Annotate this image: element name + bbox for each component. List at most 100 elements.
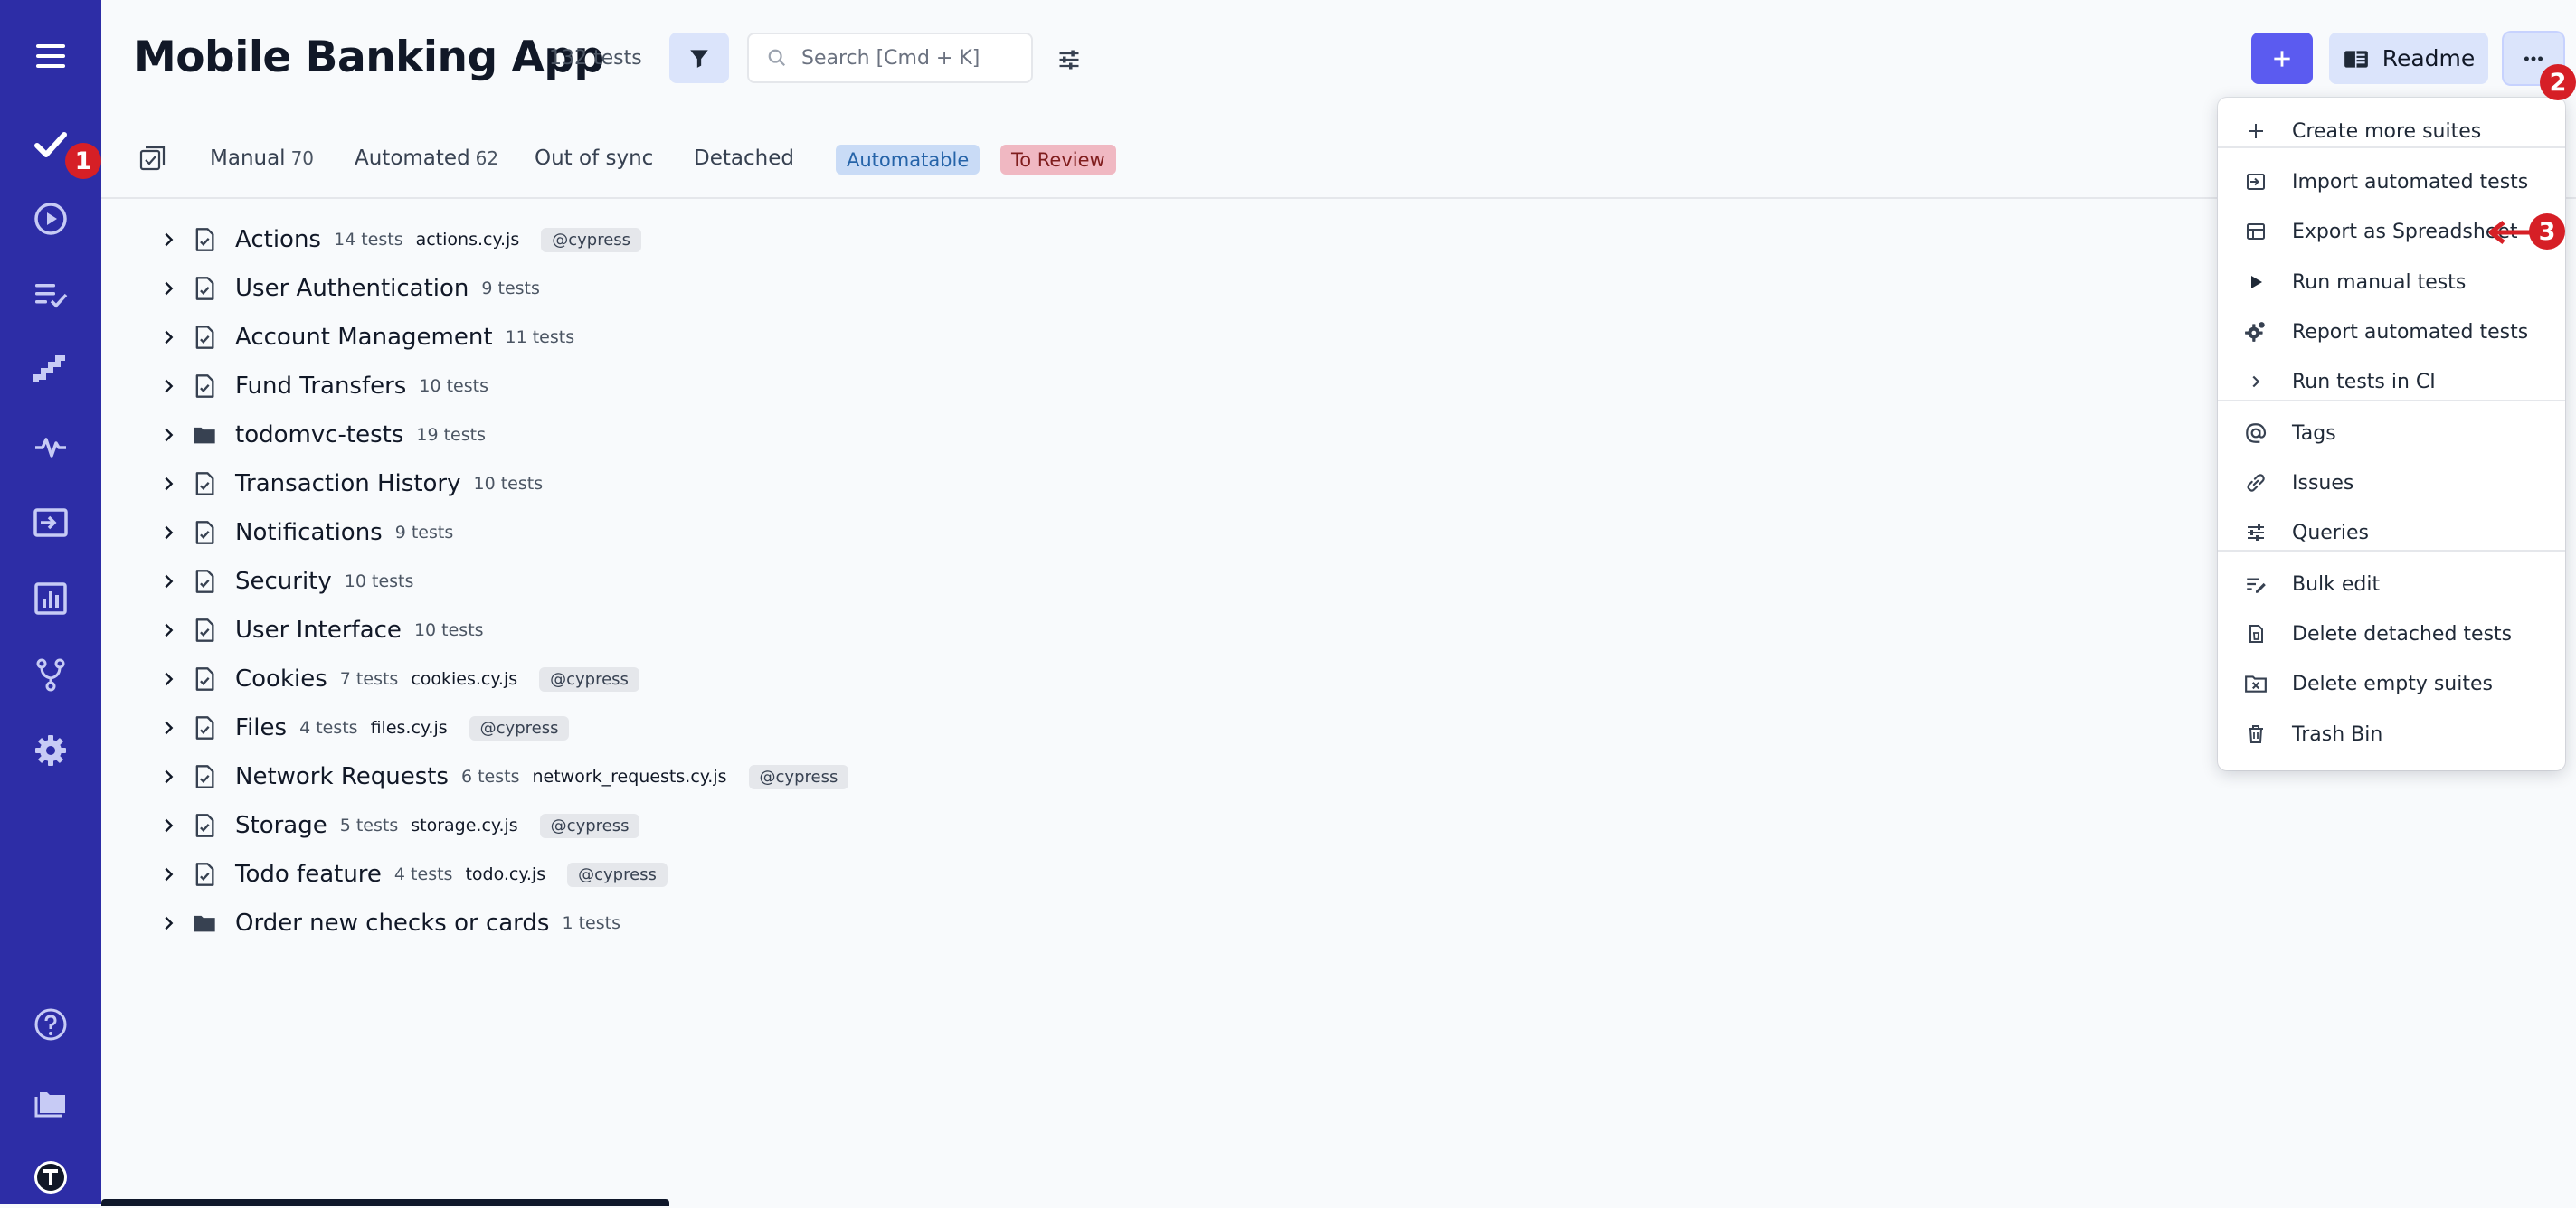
select-all-icon[interactable] [139,145,166,175]
analytics-chart-icon[interactable] [20,568,81,629]
suite-tag[interactable]: @cypress [469,715,570,741]
menu-icon[interactable] [20,25,81,87]
suite-name[interactable]: Notifications [235,519,383,546]
view-settings-button[interactable] [1051,42,1087,78]
chevron-right-icon[interactable] [157,717,179,739]
search-input[interactable] [800,45,1020,71]
suite-name[interactable]: Cookies [235,665,327,693]
menu-item-delete-empty-suites[interactable]: Delete empty suites [2218,658,2565,709]
chevron-right-icon[interactable] [157,815,179,836]
test-file-icon [190,274,219,303]
suite-tag[interactable]: @cypress [539,813,640,838]
menu-item-trash-bin[interactable]: Trash Bin [2218,709,2565,760]
header-divider [101,197,2576,199]
menu-item-report-automated-tests[interactable]: Report automated tests [2218,307,2565,357]
menu-item-issues[interactable]: Issues [2218,458,2565,508]
runs-play-icon[interactable] [20,188,81,250]
chevron-right-icon[interactable] [157,229,179,250]
menu-separator [2218,550,2565,552]
folder-icon [190,909,219,938]
tab-automated-count: 62 [475,147,499,169]
suite-row[interactable]: Account Management 11 tests [157,313,574,362]
chevron-right-icon[interactable] [157,522,179,543]
suite-name[interactable]: Account Management [235,324,493,351]
suite-tag[interactable]: @cypress [748,764,849,789]
add-button[interactable] [2251,33,2313,84]
suite-name[interactable]: Network Requests [235,763,449,790]
pulse-icon[interactable] [20,416,81,477]
import-icon[interactable] [20,492,81,553]
menu-item-label: Report automated tests [2292,320,2529,344]
suite-row[interactable]: Actions 14 tests actions.cy.js @cypress [157,215,642,264]
chevron-right-icon[interactable] [157,278,179,299]
suite-tag[interactable]: @cypress [539,666,639,692]
suite-name[interactable]: User Authentication [235,275,469,302]
suite-name[interactable]: Fund Transfers [235,373,406,400]
suite-row[interactable]: Storage 5 tests storage.cy.js @cypress [157,801,640,850]
chevron-right-icon[interactable] [157,375,179,397]
user-avatar-icon[interactable] [20,1147,81,1208]
suite-row[interactable]: Files 4 tests files.cy.js @cypress [157,703,570,752]
menu-item-create-more-suites[interactable]: Create more suites [2218,106,2565,156]
play-icon [2241,268,2270,297]
projects-folder-icon[interactable] [20,1071,81,1132]
steps-icon[interactable] [20,340,81,401]
suite-name[interactable]: Transaction History [235,470,461,497]
suite-test-count: 19 tests [416,425,486,445]
menu-item-label: Issues [2292,471,2354,495]
suite-name[interactable]: Files [235,714,287,741]
suite-name[interactable]: Actions [235,226,321,253]
suite-row[interactable]: User Interface 10 tests [157,606,484,655]
settings-gear-icon[interactable] [20,720,81,781]
chevron-right-icon[interactable] [157,912,179,934]
chevron-right-icon[interactable] [157,766,179,788]
suite-row[interactable]: Order new checks or cards 1 tests [157,899,620,948]
suite-row[interactable]: Cookies 7 tests cookies.cy.js @cypress [157,655,639,703]
tab-to-review[interactable]: To Review [1000,145,1116,175]
suite-row[interactable]: Security 10 tests [157,557,413,606]
sliders-icon [2241,518,2270,547]
suite-row[interactable]: Fund Transfers 10 tests [157,362,488,411]
search-box[interactable] [747,33,1033,83]
bottom-strip [101,1199,669,1206]
suite-row[interactable]: Notifications 9 tests [157,508,453,557]
suite-row[interactable]: Todo feature 4 tests todo.cy.js @cypress [157,850,668,899]
filter-button[interactable] [669,33,729,83]
suite-tag[interactable]: @cypress [541,227,642,252]
suite-test-count: 4 tests [299,718,358,738]
suite-name[interactable]: todomvc-tests [235,421,403,448]
suite-tag[interactable]: @cypress [567,862,668,887]
menu-item-import-automated-tests[interactable]: Import automated tests [2218,156,2565,207]
test-file-icon [190,860,219,889]
menu-item-bulk-edit[interactable]: Bulk edit [2218,559,2565,609]
tab-out-of-sync[interactable]: Out of sync [535,146,653,170]
suite-row[interactable]: Network Requests 6 tests network_requests.… [157,752,849,801]
chevron-right-icon[interactable] [157,473,179,495]
tab-automatable[interactable]: Automatable [836,145,980,175]
suite-name[interactable]: Storage [235,812,327,839]
chevron-right-icon[interactable] [157,326,179,348]
suite-row[interactable]: Transaction History 10 tests [157,459,543,508]
test-file-icon [190,811,219,840]
suite-name[interactable]: User Interface [235,617,402,644]
readme-button[interactable]: Readme [2329,33,2488,84]
menu-item-delete-detached-tests[interactable]: Delete detached tests [2218,609,2565,659]
chevron-right-icon[interactable] [157,668,179,690]
plans-list-check-icon[interactable] [20,264,81,326]
chevron-right-icon[interactable] [157,864,179,885]
menu-item-run-manual-tests[interactable]: Run manual tests [2218,257,2565,307]
suite-name[interactable]: Security [235,568,332,595]
tab-detached[interactable]: Detached [694,146,794,170]
branch-icon[interactable] [20,644,81,705]
chevron-right-icon[interactable] [157,619,179,641]
chevron-right-icon[interactable] [157,424,179,446]
chevron-right-icon[interactable] [157,571,179,592]
help-icon[interactable] [20,994,81,1055]
suite-name[interactable]: Order new checks or cards [235,910,549,937]
suite-row[interactable]: User Authentication 9 tests [157,264,540,313]
tab-automated[interactable]: Automated 62 [355,146,498,170]
menu-item-tags[interactable]: Tags [2218,408,2565,458]
suite-row[interactable]: todomvc-tests 19 tests [157,411,486,459]
suite-name[interactable]: Todo feature [235,861,382,888]
tab-manual[interactable]: Manual 70 [210,146,314,170]
